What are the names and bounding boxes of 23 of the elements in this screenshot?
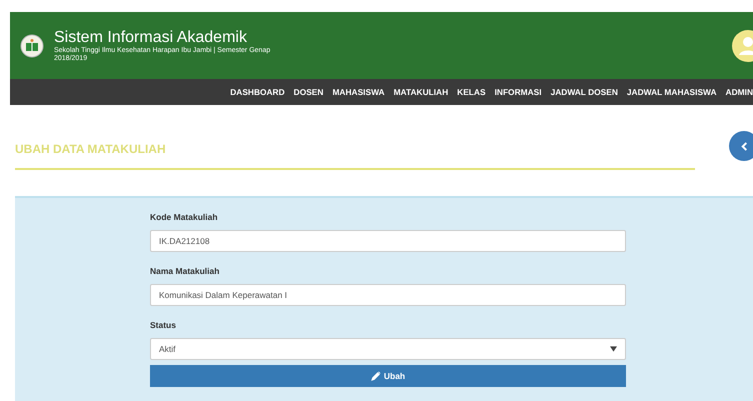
nav-link[interactable]: KELAS: [457, 87, 486, 97]
submit-button[interactable]: Ubah: [150, 365, 626, 387]
field-label: Kode Matakuliah: [150, 212, 219, 222]
nav-link[interactable]: MAHASISWA: [332, 87, 385, 97]
field-label: Nama Matakuliah: [150, 266, 220, 276]
page-title: UBAH DATA MATAKULIAH: [15, 142, 695, 170]
nav-link[interactable]: DOSEN: [294, 87, 324, 97]
field-label: Status: [150, 320, 177, 330]
status-dropdown[interactable]: Aktif: [150, 338, 626, 360]
pencil-icon: [370, 371, 381, 381]
back-button[interactable]: [729, 131, 753, 161]
nav-link[interactable]: DASHBOARD: [230, 87, 285, 97]
input-field[interactable]: IK.DA212108: [150, 230, 626, 252]
chevron-left-icon: [740, 142, 748, 150]
book-emblem-icon: [20, 34, 44, 58]
nav-link[interactable]: MATAKULIAH: [394, 87, 448, 97]
nav-link[interactable]: ADMIN: [726, 87, 753, 97]
nav-link[interactable]: JADWAL MAHASISWA: [626, 87, 717, 97]
dropdown-caret-icon: [610, 346, 617, 352]
input-field[interactable]: Komunikasi Dalam Keperawatan I: [150, 284, 626, 306]
nav-link[interactable]: JADWAL DOSEN: [550, 87, 618, 97]
nav-link[interactable]: INFORMASI: [494, 87, 542, 97]
site-title: Sistem Informasi Akademik: [54, 28, 248, 46]
